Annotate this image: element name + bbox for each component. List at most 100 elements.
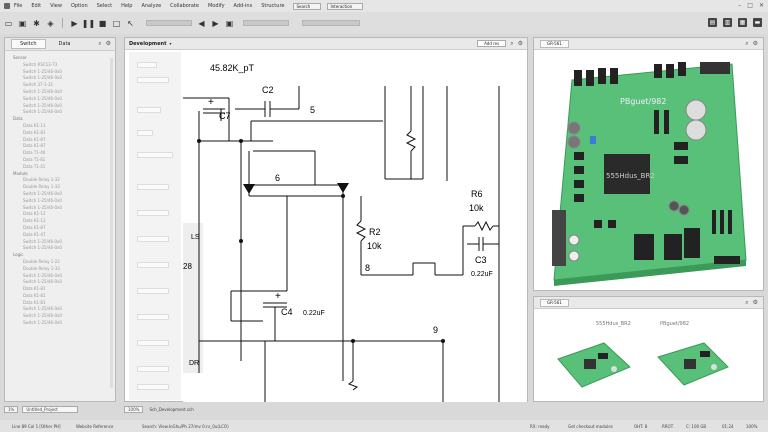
stop-icon[interactable]: ■: [98, 19, 107, 28]
tab-data[interactable]: Data: [49, 39, 80, 49]
schematic-canvas[interactable]: 45.82K_pT + C7 C2 5 6 R6 10k R2 10k 8 C3…: [127, 50, 527, 402]
tree-item[interactable]: Switch 1-25/46-0x0: [9, 273, 115, 280]
tree-item[interactable]: Data K1-47: [9, 232, 115, 239]
menu-edit[interactable]: Edit: [31, 3, 41, 9]
tree-item[interactable]: Double Relay 1-22: [9, 259, 115, 266]
menu-collaborate[interactable]: Collaborate: [170, 3, 199, 9]
print-icon[interactable]: ▤: [708, 18, 717, 27]
tab-switch[interactable]: Switch: [11, 39, 46, 49]
search-icon[interactable]: ⌕: [745, 40, 748, 48]
tree-item[interactable]: Switch 1-25/46-0x0: [9, 109, 115, 116]
search-icon[interactable]: ⌕: [745, 299, 748, 307]
gear-icon[interactable]: ⚙: [106, 40, 111, 48]
tab-gr561-thumbs[interactable]: GR-561: [540, 298, 569, 307]
tree-item[interactable]: Data T1-81: [9, 157, 115, 164]
back-icon[interactable]: ◀: [197, 19, 206, 28]
zoom-select[interactable]: 1%: [4, 405, 19, 413]
tree-item[interactable]: Double Relay 1-32: [9, 177, 115, 184]
minimize-icon[interactable]: –: [738, 2, 741, 9]
tree-item[interactable]: Switch 1-25/46-0x0: [9, 89, 115, 96]
toolbar-field-2[interactable]: [243, 20, 289, 26]
toolbar-field-1[interactable]: [146, 20, 192, 26]
trash-icon[interactable]: ▬: [753, 18, 762, 27]
menu-view[interactable]: View: [50, 3, 62, 9]
export-icon[interactable]: ▥: [723, 18, 732, 27]
menu-addins[interactable]: Add-ins: [234, 3, 253, 9]
pcb-thumbnail-2[interactable]: [657, 342, 729, 386]
search-icon[interactable]: ⌕: [98, 40, 101, 48]
gear-icon[interactable]: ⚙: [753, 40, 758, 48]
tree-item[interactable]: Switch 1-25/46-0x0: [9, 96, 115, 103]
grid-icon[interactable]: ▦: [738, 18, 747, 27]
tree-item[interactable]: Switch 1-25/46-0x0: [9, 205, 115, 212]
menu-file[interactable]: File: [14, 3, 22, 9]
tree-item[interactable]: Double Relay 1-33: [9, 266, 115, 273]
chevron-down-icon[interactable]: ▾: [169, 41, 171, 46]
tree-item[interactable]: Data K1-11: [9, 123, 115, 130]
gear-icon[interactable]: ⚙: [518, 40, 523, 48]
tree-item[interactable]: Switch 1-25/46-0x0: [9, 313, 115, 320]
tree-item[interactable]: Switch 1-25/46-0x0: [9, 191, 115, 198]
tree-item[interactable]: Data K1-81: [9, 130, 115, 137]
add-resource-button[interactable]: Add res: [477, 40, 507, 47]
tree-item[interactable]: Switch 1-25/46-0x0: [9, 69, 115, 76]
tree-item[interactable]: Data K1-81: [9, 293, 115, 300]
pcb-thumbnail-1[interactable]: [557, 342, 631, 388]
tree-item[interactable]: Switch 1-25/46-0x0: [9, 245, 115, 252]
menu-select[interactable]: Select: [97, 3, 112, 9]
tree-item[interactable]: Sensor: [9, 55, 115, 62]
layer-icon[interactable]: ◈: [46, 19, 55, 28]
tree-item[interactable]: Switch 1-25/46-0x0: [9, 75, 115, 82]
menu-option[interactable]: Option: [71, 3, 88, 9]
pcb-3d-render[interactable]: PBguet/982 555Hdus_BR2: [534, 50, 763, 290]
zoom-fit-icon[interactable]: ▣: [225, 19, 234, 28]
label-c2: C2: [262, 85, 274, 95]
tree-item[interactable]: Switch RSC13-73: [9, 62, 115, 69]
cursor-icon[interactable]: ↖: [126, 19, 135, 28]
status-website[interactable]: Website Reference: [76, 424, 132, 429]
tree-item[interactable]: Data K1-87: [9, 225, 115, 232]
tree-item[interactable]: Switch 1-25/46-0x0: [9, 320, 115, 327]
tree-item[interactable]: Data K1-81: [9, 286, 115, 293]
menu-help[interactable]: Help: [121, 3, 132, 9]
box-icon[interactable]: □: [112, 19, 121, 28]
close-icon[interactable]: ✕: [759, 2, 764, 9]
tree-item[interactable]: Data T1-41: [9, 164, 115, 171]
menu-search-box[interactable]: Search: [293, 2, 322, 10]
tree-item[interactable]: Logic: [9, 252, 115, 259]
tree-item[interactable]: Switch 1-25/46-0x0: [9, 239, 115, 246]
tree-item[interactable]: Switch 1-25/46-0x0: [9, 306, 115, 313]
project-name-field[interactable]: Untitled_Project: [22, 405, 79, 413]
editor-zoom-select[interactable]: 100%: [124, 405, 144, 413]
tree-item[interactable]: Data K1-87: [9, 137, 115, 144]
forward-icon[interactable]: ▶: [211, 19, 220, 28]
tree-item[interactable]: Data K1-12: [9, 218, 115, 225]
save-icon[interactable]: ▣: [18, 19, 27, 28]
folder-icon[interactable]: ▭: [4, 19, 13, 28]
menu-interaction-field[interactable]: Interaction: [327, 2, 364, 10]
menu-structure[interactable]: Structure: [261, 3, 284, 9]
gear-icon[interactable]: ⚙: [753, 299, 758, 307]
tree-item[interactable]: Data T1-46: [9, 150, 115, 157]
tree-item[interactable]: Switch 1-25/46-0x0: [9, 103, 115, 110]
tree-item[interactable]: Data K1-12: [9, 211, 115, 218]
tree-item[interactable]: Data: [9, 116, 115, 123]
gear-icon[interactable]: ✱: [32, 19, 41, 28]
pause-icon[interactable]: ❚❚: [82, 19, 95, 28]
search-icon[interactable]: ⌕: [510, 40, 513, 48]
tree-item[interactable]: Switch 1-25/46-0x0: [9, 198, 115, 205]
menu-analyze[interactable]: Analyze: [141, 3, 161, 9]
tree-item[interactable]: Data K1-87: [9, 143, 115, 150]
tab-gr561[interactable]: GR-561: [540, 39, 569, 48]
tree-item[interactable]: Module: [9, 171, 115, 178]
tree-item[interactable]: Data K1-81: [9, 300, 115, 307]
tree-item[interactable]: Switch 37-1-31: [9, 82, 115, 89]
maximize-icon[interactable]: □: [747, 2, 753, 9]
toolbar-field-3[interactable]: [302, 20, 360, 26]
tree-item[interactable]: Double Relay 1-33: [9, 184, 115, 191]
tree-scrollbar[interactable]: [110, 58, 113, 388]
menu-modify[interactable]: Modify: [208, 3, 225, 9]
status-checkout[interactable]: Get checkout modules: [568, 424, 624, 429]
tree-item[interactable]: Switch 1-25/46-0x0: [9, 279, 115, 286]
play-icon[interactable]: ▶: [70, 19, 79, 28]
